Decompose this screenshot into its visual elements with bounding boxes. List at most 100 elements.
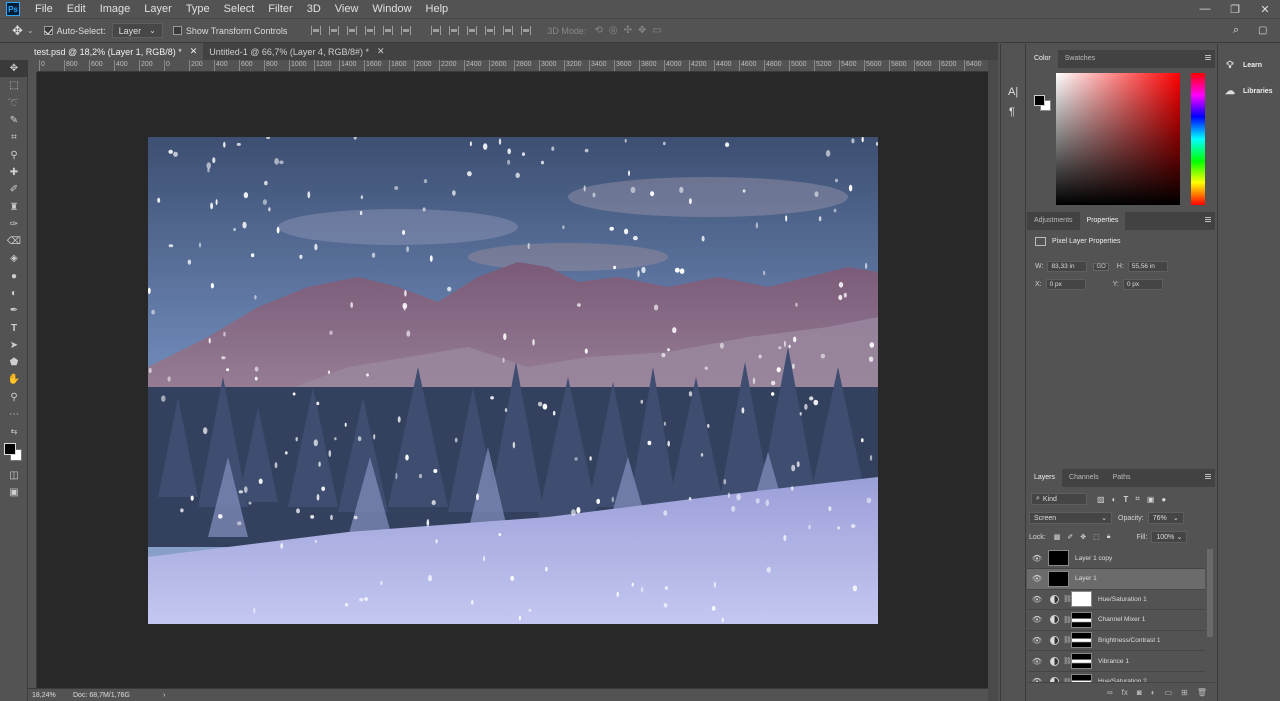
eyedropper-tool-icon[interactable]: ⚲: [0, 146, 28, 163]
layer-mask-thumbnail[interactable]: [1071, 611, 1092, 628]
screen-mode-icon[interactable]: ▣: [0, 484, 28, 501]
layer-row[interactable]: 👁︎ ⛓︎ Brightness/Contrast 1: [1027, 630, 1205, 652]
tool-preset-chevron-icon[interactable]: ⌄: [27, 26, 34, 35]
align-top-icon[interactable]: [311, 26, 322, 35]
opacity-field[interactable]: 76% ⌄: [1147, 512, 1184, 524]
close-icon[interactable]: ✕: [377, 46, 385, 57]
3d-roll-icon[interactable]: ◎: [609, 25, 618, 36]
height-field[interactable]: 55,56 in: [1127, 261, 1168, 272]
add-mask-icon[interactable]: ◙: [1137, 688, 1142, 697]
tab-properties[interactable]: Properties: [1079, 212, 1126, 230]
close-window-button[interactable]: ✕: [1250, 0, 1280, 18]
menu-window[interactable]: Window: [365, 0, 418, 18]
show-transform-checkbox[interactable]: [172, 26, 182, 35]
filter-smart-object-icon[interactable]: ▣: [1147, 495, 1155, 504]
canvas-area[interactable]: [37, 72, 988, 688]
layer-row[interactable]: 👁︎ ⛓︎ Hue/Saturation 1: [1027, 589, 1205, 611]
filter-toggle-icon[interactable]: ●: [1161, 495, 1166, 504]
layer-row[interactable]: 👁︎ ⛓︎ Vibrance 1: [1027, 651, 1205, 672]
chain-link-icon[interactable]: ⛓︎: [1063, 657, 1072, 665]
healing-brush-tool-icon[interactable]: ✚: [0, 164, 28, 181]
filter-adjustment-icon[interactable]: ◐: [1112, 495, 1117, 504]
brush-tool-icon[interactable]: ✐: [0, 181, 28, 198]
distribute-hcenter-icon[interactable]: [503, 26, 514, 35]
3d-orbit-icon[interactable]: ⟲: [594, 25, 602, 36]
distribute-bottom-icon[interactable]: [467, 26, 478, 35]
layer-row[interactable]: 👁︎ ⛓︎ Channel Mixer 1: [1027, 610, 1205, 631]
menu-help[interactable]: Help: [419, 0, 456, 18]
workspace-icon[interactable]: ▢: [1258, 25, 1267, 36]
menu-file[interactable]: File: [28, 0, 60, 18]
search-icon[interactable]: ⌕: [1233, 24, 1239, 37]
type-tool-icon[interactable]: T: [0, 319, 28, 336]
lock-artboard-icon[interactable]: ⬚: [1093, 533, 1100, 541]
menu-edit[interactable]: Edit: [60, 0, 93, 18]
menu-type[interactable]: Type: [179, 0, 217, 18]
shape-tool-icon[interactable]: ⬟: [0, 354, 28, 371]
filter-kind-dropdown[interactable]: ⌕ Kind: [1031, 493, 1087, 505]
visibility-eye-icon[interactable]: 👁︎: [1030, 574, 1044, 583]
tab-color[interactable]: Color: [1027, 50, 1058, 68]
visibility-eye-icon[interactable]: 👁︎: [1030, 636, 1044, 645]
filter-shape-icon[interactable]: ⌗: [1135, 494, 1140, 504]
status-arrow-icon[interactable]: ›: [163, 692, 165, 699]
marquee-tool-icon[interactable]: ⬚: [0, 77, 28, 94]
lock-transparent-icon[interactable]: ▩: [1054, 533, 1061, 541]
y-field[interactable]: 0 px: [1122, 279, 1163, 290]
lasso-tool-icon[interactable]: ➰: [0, 95, 28, 112]
visibility-eye-icon[interactable]: 👁︎: [1030, 615, 1044, 624]
hand-tool-icon[interactable]: ✋: [0, 371, 28, 388]
learn-button[interactable]: 💡︎ Learn: [1218, 52, 1280, 78]
visibility-eye-icon[interactable]: 👁︎: [1030, 554, 1044, 563]
align-right-icon[interactable]: [401, 26, 412, 35]
filter-type-icon[interactable]: T: [1123, 495, 1128, 504]
delete-layer-icon[interactable]: 🗑︎: [1197, 688, 1207, 697]
auto-select-dropdown[interactable]: Layer ⌄: [111, 23, 163, 38]
layer-thumbnail[interactable]: [1048, 550, 1069, 566]
close-icon[interactable]: ✕: [190, 46, 198, 57]
quick-mask-icon[interactable]: ◫: [0, 467, 28, 484]
tab-test-psd[interactable]: test.psd @ 18,2% (Layer 1, RGB/8) * ✕: [28, 43, 204, 60]
dodge-tool-icon[interactable]: ◐: [0, 285, 28, 302]
swap-colors-icon[interactable]: ⇆: [0, 423, 28, 440]
layer-mask-thumbnail[interactable]: [1071, 591, 1092, 608]
chain-link-icon[interactable]: ⛓︎: [1063, 595, 1072, 603]
new-layer-icon[interactable]: ⊞: [1181, 688, 1188, 697]
3d-pan-icon[interactable]: ✣: [624, 25, 632, 36]
distribute-vcenter-icon[interactable]: [449, 26, 460, 35]
tab-adjustments[interactable]: Adjustments: [1027, 212, 1080, 230]
quick-select-tool-icon[interactable]: ✎: [0, 112, 28, 129]
document-image[interactable]: [148, 137, 878, 624]
new-adjustment-icon[interactable]: ◐: [1151, 688, 1156, 697]
clone-stamp-tool-icon[interactable]: ♜: [0, 198, 28, 215]
panel-menu-icon[interactable]: [1205, 217, 1211, 222]
paragraph-panel-icon[interactable]: ¶: [1009, 106, 1015, 118]
libraries-button[interactable]: ☁︎ Libraries: [1218, 78, 1280, 104]
tab-paths[interactable]: Paths: [1106, 469, 1138, 487]
chain-link-icon[interactable]: ⛓︎: [1063, 636, 1072, 644]
zoom-level[interactable]: 18,24%: [28, 692, 73, 699]
layers-scrollbar[interactable]: [1207, 549, 1213, 637]
link-layers-icon[interactable]: ∞: [1107, 688, 1113, 697]
distribute-right-icon[interactable]: [521, 26, 532, 35]
restore-button[interactable]: ❐: [1220, 0, 1250, 18]
lock-all-icon[interactable]: 🔒︎: [1107, 533, 1111, 541]
edit-toolbar-icon[interactable]: ⋯: [0, 406, 28, 423]
eraser-tool-icon[interactable]: ⌫: [0, 233, 28, 250]
crop-tool-icon[interactable]: ⌗: [0, 129, 28, 146]
3d-slide-icon[interactable]: ✥: [638, 25, 646, 36]
menu-3d[interactable]: 3D: [300, 0, 328, 18]
visibility-eye-icon[interactable]: 👁︎: [1030, 657, 1044, 666]
panel-menu-icon[interactable]: [1205, 474, 1211, 479]
new-group-icon[interactable]: ▭: [1165, 688, 1173, 697]
layer-thumbnail[interactable]: [1048, 570, 1069, 587]
zoom-tool-icon[interactable]: ⚲: [0, 389, 28, 406]
menu-view[interactable]: View: [328, 0, 366, 18]
lock-pixels-icon[interactable]: ✐: [1067, 533, 1073, 541]
align-vcenter-icon[interactable]: [329, 26, 340, 35]
menu-select[interactable]: Select: [217, 0, 262, 18]
distribute-left-icon[interactable]: [485, 26, 496, 35]
blur-tool-icon[interactable]: ●: [0, 268, 28, 285]
foreground-color-swatch[interactable]: [4, 442, 16, 455]
align-left-icon[interactable]: [365, 26, 376, 35]
